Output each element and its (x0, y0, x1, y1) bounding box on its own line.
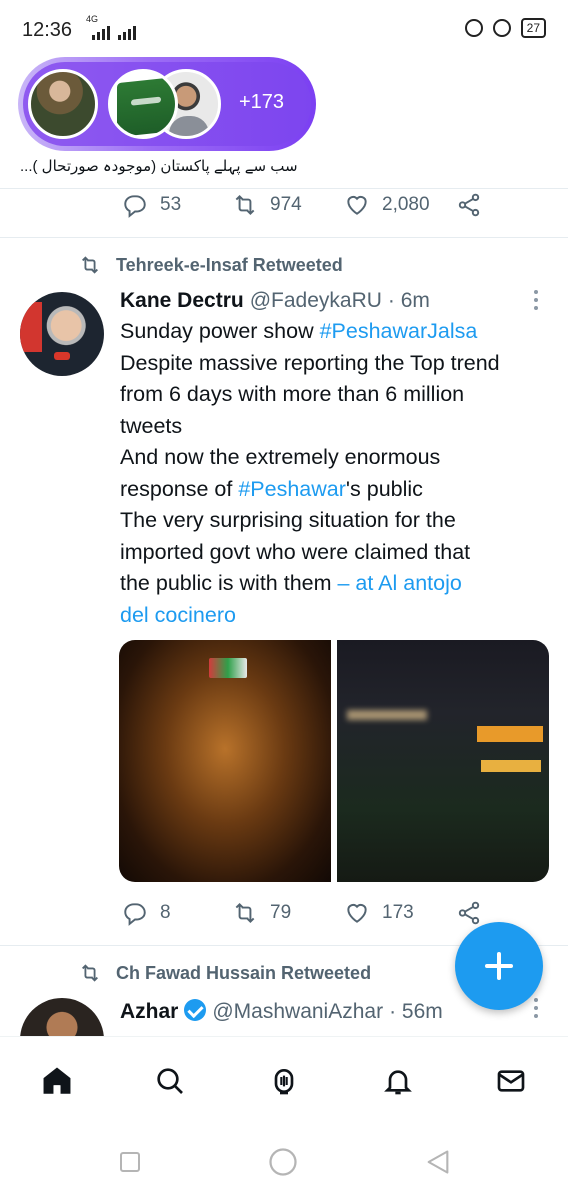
home-system-button[interactable] (268, 1147, 298, 1182)
reply-icon (124, 903, 146, 926)
like-button[interactable]: 173 (344, 900, 414, 926)
like-count: 173 (382, 902, 414, 923)
retweet-button[interactable]: 79 (232, 900, 291, 926)
tweet-line: tweets (120, 413, 183, 438)
signal-icon: 4G (86, 14, 136, 40)
heart-icon (347, 903, 367, 923)
author-name[interactable]: Kane Dectru (120, 289, 244, 313)
recent-apps-button[interactable] (118, 1150, 142, 1179)
retweet-icon (235, 194, 255, 216)
author-handle[interactable]: @FadeykaRU (250, 289, 382, 313)
spaces-bar[interactable]: +173 (18, 57, 316, 151)
spaces-icon (274, 1069, 294, 1095)
like-button[interactable]: 2,080 (344, 192, 430, 218)
flag-image (117, 76, 175, 136)
hashtag-link[interactable]: #Peshawar (238, 477, 346, 501)
reply-button[interactable]: 8 (122, 900, 171, 926)
compose-tweet-button[interactable] (455, 922, 543, 1010)
status-icons: 27 (464, 18, 546, 38)
battery-icon: 27 (520, 18, 546, 38)
network-type: 4G (86, 14, 99, 24)
reply-button[interactable]: 53 (122, 192, 181, 218)
author-name[interactable]: Azhar (120, 1000, 178, 1024)
spaces-caption[interactable]: سب سے پہلے پاکستان (موجودہ صورتحال )... (20, 157, 310, 175)
hashtag-link[interactable]: #PeshawarJalsa (320, 319, 478, 343)
spaces-avatar-1 (28, 69, 98, 139)
avatar[interactable] (20, 292, 104, 376)
retweet-icon (235, 902, 255, 924)
media-image-1[interactable] (119, 640, 331, 882)
tweet-time: · 6m (387, 289, 430, 312)
share-icon (458, 901, 480, 925)
status-bar: 12:36 4G 27 (0, 0, 568, 58)
spaces-listener-count: +173 (239, 91, 285, 113)
tweet-header: Kane Dectru @FadeykaRU · 6m (120, 289, 430, 313)
retweeted-by[interactable]: Ch Fawad Hussain Retweeted (78, 962, 371, 984)
tweet-text: Sunday power show #PeshawarJalsa Despite… (120, 316, 540, 631)
more-options-icon[interactable] (534, 290, 540, 310)
system-navigation (0, 1126, 568, 1200)
tweet-media[interactable] (119, 640, 549, 882)
retweet-count: 79 (270, 902, 292, 923)
tweet-line: And now the extremely enormous (120, 445, 441, 469)
nav-notifications[interactable] (380, 1063, 416, 1099)
messages-icon (497, 1070, 525, 1092)
more-options-icon[interactable] (534, 998, 540, 1018)
retweeted-by[interactable]: Tehreek-e-Insaf Retweeted (78, 254, 343, 276)
spaces-avatar-2 (108, 69, 178, 139)
alarm-icon (492, 19, 511, 37)
tweet-line: response of #Peshawar's public (120, 476, 423, 501)
tweet-time: · 56m (389, 1000, 443, 1023)
retweet-count: 974 (270, 194, 302, 215)
tweet-line: del cocinero (120, 600, 540, 632)
nav-home[interactable] (39, 1063, 75, 1099)
retweeted-by-label: Ch Fawad Hussain Retweeted (116, 962, 372, 983)
plus-icon (485, 952, 513, 980)
tweet-line: imported govt who were claimed that (120, 539, 471, 564)
bottom-navigation (0, 1036, 568, 1126)
reply-count: 53 (160, 194, 182, 215)
share-icon (458, 193, 480, 217)
spaces-bar-inner: +173 (23, 62, 311, 146)
retweet-icon (82, 964, 98, 982)
notifications-icon (384, 1070, 412, 1095)
tweet-line: the public is with them – at Al antojo (120, 571, 462, 595)
tweet-line: from 6 days with more than 6 million (120, 382, 465, 406)
retweet-button[interactable]: 974 (232, 192, 302, 218)
tweet-line: Despite massive reporting the Top trend (120, 350, 500, 375)
share-button[interactable] (456, 900, 482, 926)
retweet-icon (82, 256, 98, 274)
location-link[interactable]: del cocinero (120, 603, 236, 627)
tweet-line: The very surprising situation for the (120, 508, 456, 532)
like-count: 2,080 (382, 194, 430, 215)
divider (0, 237, 568, 238)
share-button[interactable] (456, 192, 482, 218)
nav-search[interactable] (152, 1063, 188, 1099)
status-time: 12:36 (22, 19, 73, 41)
search-icon (157, 1068, 183, 1094)
heart-icon (347, 195, 367, 215)
location-link[interactable]: – at Al antojo (338, 571, 462, 595)
circle-icon (269, 1148, 297, 1176)
back-button[interactable] (424, 1148, 452, 1181)
nav-messages[interactable] (493, 1063, 529, 1099)
media-image-2[interactable] (337, 640, 549, 882)
author-handle[interactable]: @MashwaniAzhar (212, 1000, 383, 1024)
back-triangle-icon (427, 1150, 449, 1174)
retweeted-by-label: Tehreek-e-Insaf Retweeted (116, 254, 343, 275)
lock-icon (464, 19, 483, 37)
square-icon (120, 1152, 140, 1172)
verified-badge-icon (184, 999, 207, 1021)
prev-tweet-actions: 53 974 2,080 (0, 186, 568, 226)
reply-icon (124, 195, 146, 218)
tweet-header: Azhar @MashwaniAzhar · 56m (120, 996, 443, 1024)
stage-image (209, 658, 247, 678)
tweet-line: Sunday power show #PeshawarJalsa (120, 319, 478, 343)
nav-spaces[interactable] (266, 1063, 302, 1099)
home-icon (43, 1067, 71, 1094)
reply-count: 8 (160, 902, 171, 923)
